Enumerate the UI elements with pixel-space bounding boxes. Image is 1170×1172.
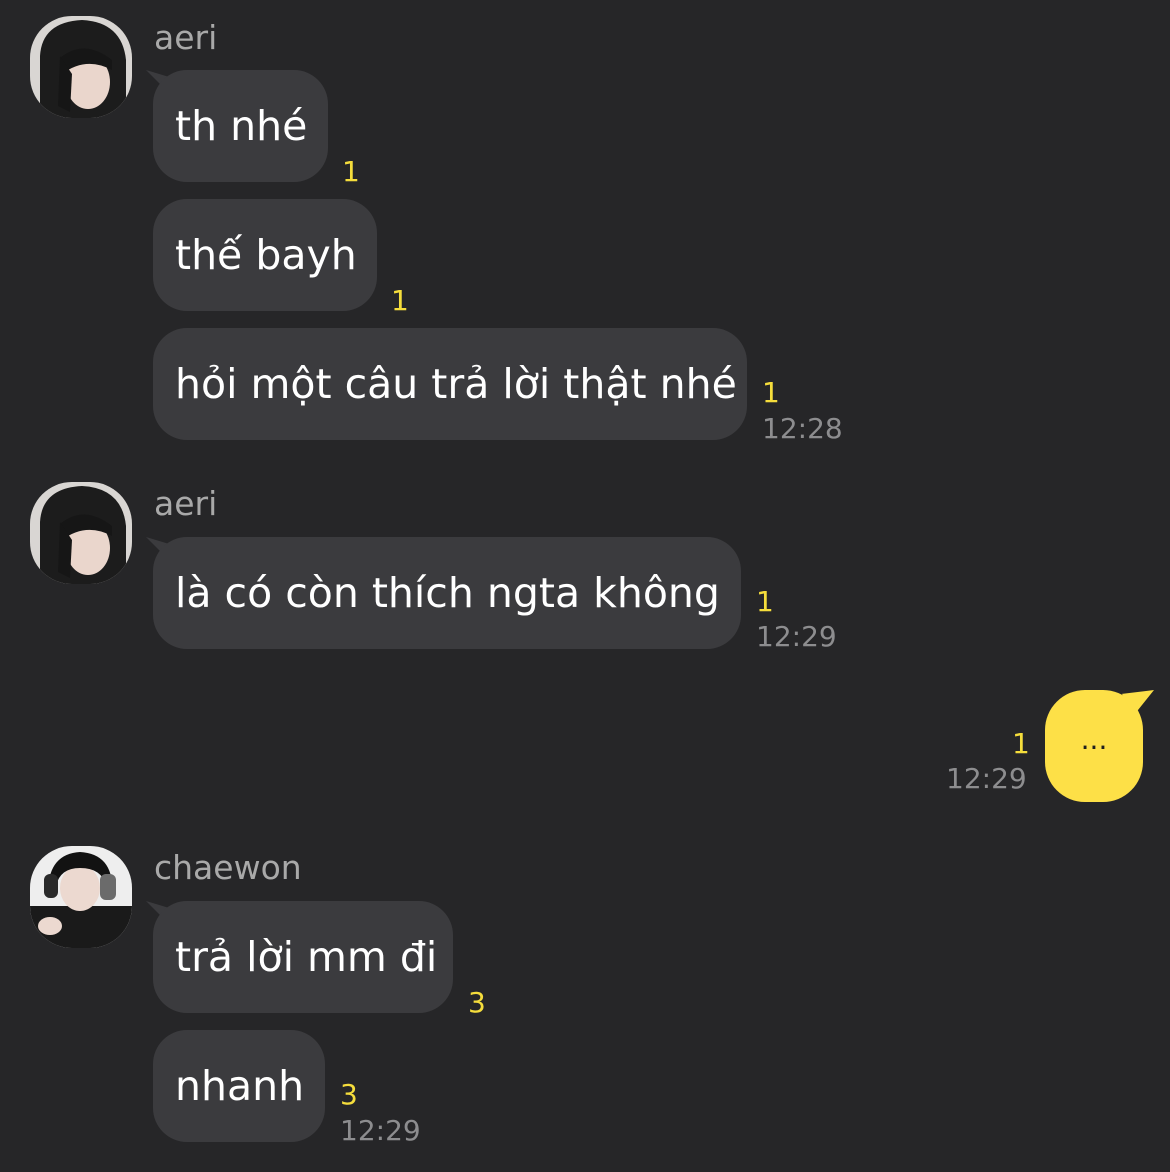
message-timestamp: 12:29 [340, 1114, 421, 1147]
message-bubble[interactable]: thế bayh [153, 199, 377, 311]
avatar[interactable] [30, 482, 132, 584]
message-timestamp: 12:28 [762, 412, 843, 445]
avatar[interactable] [30, 16, 132, 118]
message-timestamp: 12:29 [946, 762, 1027, 795]
message-bubble[interactable]: th nhé [153, 70, 328, 182]
unread-count: 1 [1012, 727, 1030, 760]
my-message-bubble[interactable]: ... [1045, 690, 1143, 802]
message-bubble[interactable]: nhanh [153, 1030, 325, 1142]
message-bubble[interactable]: trả lời mm đi [153, 901, 453, 1013]
sender-name: chaewon [154, 848, 302, 887]
message-bubble[interactable]: là có còn thích ngta không [153, 537, 741, 649]
unread-count: 1 [756, 585, 774, 618]
sender-name: aeri [154, 18, 218, 57]
message-bubble[interactable]: hỏi một câu trả lời thật nhé [153, 328, 747, 440]
unread-count: 1 [762, 376, 780, 409]
sender-name: aeri [154, 484, 218, 523]
message-timestamp: 12:29 [756, 620, 837, 653]
unread-count: 3 [340, 1078, 358, 1111]
unread-count: 1 [342, 155, 360, 188]
unread-count: 3 [468, 986, 486, 1019]
avatar[interactable] [30, 846, 132, 948]
unread-count: 1 [391, 284, 409, 317]
